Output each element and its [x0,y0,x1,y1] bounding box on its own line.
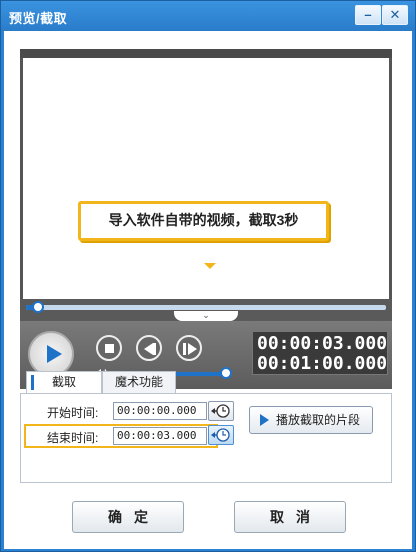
start-time-label: 开始时间: [47,406,99,420]
play-clip-button[interactable]: 播放截取的片段 [249,406,373,434]
set-start-time-button[interactable] [208,401,234,421]
close-button[interactable]: ✕ [382,5,408,25]
clock-icon [211,428,230,442]
play-icon [260,414,269,426]
play-icon [47,345,62,363]
ok-button[interactable]: 确定 [72,501,184,533]
cancel-button[interactable]: 取消 [234,501,346,533]
next-frame-button[interactable] [176,335,202,361]
dialog-body: 导入软件自带的视频，截取3秒 ⌄ 00:00:03.000 00:01:00.0… [4,31,412,549]
collapse-toggle[interactable]: ⌄ [174,311,238,321]
previous-frame-button[interactable] [136,335,162,361]
end-time-input[interactable]: 00:00:03.000 [113,427,207,445]
video-top-bar [20,49,392,58]
window-title: 预览/截取 [9,11,68,26]
tab-clip[interactable]: 截取 [26,371,102,393]
set-end-time-button[interactable] [208,425,234,445]
minimize-button[interactable]: – [355,5,381,25]
previous-icon [144,343,153,355]
end-time-label: 结束时间: [47,431,99,445]
video-screen[interactable]: 导入软件自带的视频，截取3秒 [23,58,389,321]
tab-strip: 截取 魔术功能 [26,371,392,393]
title-bar[interactable]: 预览/截取 – ✕ [1,1,415,31]
end-time-row: 结束时间: 00:00:03.000 [24,424,218,448]
tab-label: 截取 [51,375,76,389]
play-clip-label: 播放截取的片段 [276,413,361,427]
next-icon [188,343,197,355]
tip-callout: 导入软件自带的视频，截取3秒 [78,201,329,241]
clip-panel: 开始时间: 00:00:00.000 结束时间: 00:00:03.000 播放… [20,393,392,483]
clock-icon [211,404,230,418]
start-time-row: 开始时间: 00:00:00.000 [27,400,215,422]
current-time: 00:00:03.000 [257,333,388,354]
tab-label: 魔术功能 [114,375,163,389]
tip-callout-pointer [204,263,216,269]
video-player: 导入软件自带的视频，截取3秒 ⌄ 00:00:03.000 00:01:00.0… [20,49,392,389]
preview-dialog: 预览/截取 – ✕ 导入软件自带的视频，截取3秒 ⌄ 00:00:03.000 … [0,0,416,552]
time-display: 00:00:03.000 00:01:00.000 [252,331,388,375]
stop-button[interactable] [96,335,122,361]
tab-magic-functions[interactable]: 魔术功能 [102,371,176,393]
start-time-input[interactable]: 00:00:00.000 [113,402,207,420]
seek-handle[interactable] [32,301,44,313]
stop-icon [105,344,114,353]
active-tab-marker [31,375,34,390]
